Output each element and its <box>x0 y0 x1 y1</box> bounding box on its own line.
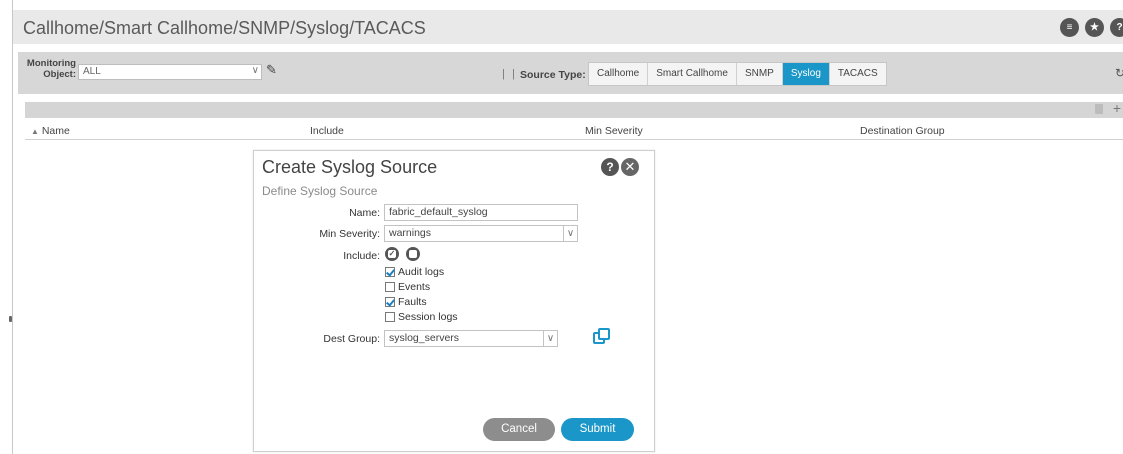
star-icon[interactable]: ★ <box>1085 18 1104 37</box>
deselect-all-icon[interactable] <box>406 247 420 261</box>
name-label: Name: <box>349 207 380 219</box>
name-value: fabric_default_syslog <box>389 206 488 218</box>
dest-group-select[interactable]: syslog_servers ∨ <box>384 330 558 347</box>
dialog-subtitle: Define Syslog Source <box>262 184 378 198</box>
tab-tacacs[interactable]: TACACS <box>830 63 886 85</box>
chevron-down-icon: ∨ <box>543 330 557 347</box>
min-severity-label: Min Severity: <box>319 228 380 240</box>
filter-bar: Monitoring Object: ALL ∨ ✎ | | Source Ty… <box>18 52 1123 94</box>
column-header-destination-group[interactable]: Destination Group <box>860 125 945 137</box>
title-actions: ≡ ★ ? <box>1060 18 1123 37</box>
sort-ascending-icon: ▲ <box>31 127 39 136</box>
trash-icon[interactable] <box>1095 104 1103 114</box>
submit-button[interactable]: Submit <box>561 418 634 441</box>
title-bar: Callhome/Smart Callhome/SNMP/Syslog/TACA… <box>13 10 1123 44</box>
dialog-title: Create Syslog Source <box>262 157 438 177</box>
min-severity-select[interactable]: warnings ∨ <box>384 225 578 242</box>
refresh-icon[interactable]: ↻ <box>1115 66 1123 80</box>
dest-group-value: syslog_servers <box>389 332 460 344</box>
collapse-handle-icon[interactable] <box>9 316 12 322</box>
list-icon[interactable]: ≡ <box>1060 18 1079 37</box>
column-header-min-severity[interactable]: Min Severity <box>585 125 643 137</box>
pencil-icon[interactable]: ✎ <box>266 62 277 78</box>
tab-snmp[interactable]: SNMP <box>737 63 783 85</box>
monitoring-object-value: ALL <box>83 66 101 77</box>
close-icon[interactable]: ✕ <box>621 158 639 176</box>
option-label: Audit logs <box>398 266 445 278</box>
monitoring-object-label: Monitoring Object: <box>26 58 76 80</box>
create-syslog-source-dialog: Create Syslog Source ? ✕ Define Syslog S… <box>253 150 655 452</box>
include-option-events[interactable]: Events <box>385 281 430 293</box>
source-type-tabs: Callhome Smart Callhome SNMP Syslog TACA… <box>588 62 887 86</box>
checkbox-events[interactable] <box>385 282 395 292</box>
help-icon[interactable]: ? <box>601 158 619 176</box>
tab-smart-callhome[interactable]: Smart Callhome <box>648 63 737 85</box>
create-dest-group-icon[interactable] <box>593 328 610 344</box>
include-option-session-logs[interactable]: Session logs <box>385 311 458 323</box>
option-label: Session logs <box>398 311 458 323</box>
select-all-icon[interactable]: ✓ <box>385 247 399 261</box>
tab-callhome[interactable]: Callhome <box>589 63 649 85</box>
checkbox-session-logs[interactable] <box>385 312 395 322</box>
checkbox-audit-logs[interactable] <box>385 267 395 277</box>
left-panel-edge[interactable] <box>0 0 13 454</box>
name-input[interactable]: fabric_default_syslog <box>384 204 578 221</box>
main-content: Callhome/Smart Callhome/SNMP/Syslog/TACA… <box>13 0 1123 454</box>
monitoring-object-select[interactable]: ALL ∨ <box>78 64 262 80</box>
option-label: Faults <box>398 296 427 308</box>
dest-group-label: Dest Group: <box>323 333 380 345</box>
page-title: Callhome/Smart Callhome/SNMP/Syslog/TACA… <box>23 18 426 38</box>
include-option-audit-logs[interactable]: Audit logs <box>385 266 444 278</box>
include-option-faults[interactable]: Faults <box>385 296 427 308</box>
source-type-label: Source Type: <box>520 69 586 81</box>
table-header: ▲ Name Include Min Severity Destination … <box>25 120 1123 140</box>
separator: | <box>512 68 515 80</box>
option-label: Events <box>398 281 431 293</box>
cancel-button[interactable]: Cancel <box>483 418 555 441</box>
help-icon[interactable]: ? <box>1110 18 1123 37</box>
column-header-include[interactable]: Include <box>310 125 344 137</box>
table-toolbar: + <box>25 100 1123 118</box>
column-header-name[interactable]: ▲ Name <box>31 125 70 137</box>
chevron-down-icon: ∨ <box>251 65 259 76</box>
checkbox-faults[interactable] <box>385 297 395 307</box>
add-icon[interactable]: + <box>1113 100 1121 116</box>
separator: | <box>502 68 505 80</box>
chevron-down-icon: ∨ <box>563 225 577 242</box>
include-label: Include: <box>343 250 380 262</box>
tab-syslog[interactable]: Syslog <box>782 63 830 85</box>
min-severity-value: warnings <box>389 227 432 239</box>
